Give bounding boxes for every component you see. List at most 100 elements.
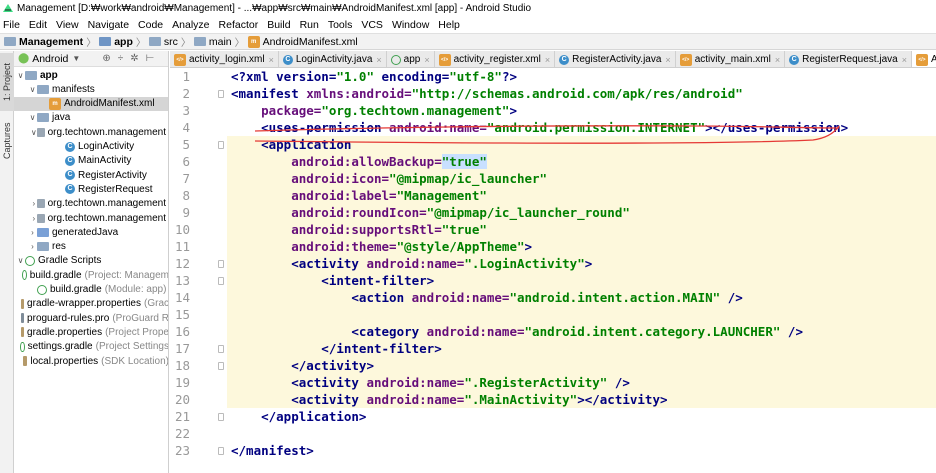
menu-refactor[interactable]: Refactor: [219, 19, 259, 31]
menu-run[interactable]: Run: [300, 19, 319, 31]
menu-window[interactable]: Window: [392, 19, 429, 31]
tree-item[interactable]: gradle.properties (Project Prope: [14, 325, 168, 339]
fold-marker-icon[interactable]: [218, 260, 224, 268]
tree-item[interactable]: ∨ org.techtown.management: [14, 125, 168, 139]
close-icon[interactable]: ×: [424, 55, 429, 65]
tree-item[interactable]: ∨ app: [14, 68, 168, 82]
code-token: "android.permission.INTERNET": [486, 120, 706, 135]
fold-marker-icon[interactable]: [218, 141, 224, 149]
breadcrumb-item-file[interactable]: m AndroidManifest.xml: [247, 35, 358, 48]
editor-tab[interactable]: C LoginActivity.java ×: [279, 51, 387, 67]
tree-item[interactable]: gradle-wrapper.properties (Grac: [14, 297, 168, 311]
menu-code[interactable]: Code: [138, 19, 163, 31]
menu-view[interactable]: View: [56, 19, 79, 31]
menu-tools[interactable]: Tools: [328, 19, 353, 31]
line-number: 14: [174, 290, 190, 305]
chevron-down-icon[interactable]: ∨: [16, 256, 25, 265]
chevron-right-icon[interactable]: ›: [31, 199, 37, 208]
menu-build[interactable]: Build: [267, 19, 290, 31]
breadcrumb-item-module[interactable]: app: [99, 36, 133, 48]
fold-marker-icon[interactable]: [218, 277, 224, 285]
code-token: android:supportsRtl=: [231, 222, 442, 237]
tree-item[interactable]: C RegisterActivity: [14, 168, 168, 182]
menu-vcs[interactable]: VCS: [361, 19, 383, 31]
editor-tab[interactable]: </> activity_register.xml ×: [435, 51, 556, 67]
menu-navigate[interactable]: Navigate: [88, 19, 129, 31]
chevron-down-icon[interactable]: ∨: [28, 85, 37, 94]
tree-item-label: build.gradle: [50, 284, 102, 295]
chevron-right-icon[interactable]: ›: [31, 214, 37, 223]
editor-tab[interactable]: app ×: [387, 51, 435, 67]
tree-item[interactable]: C RegisterRequest: [14, 182, 168, 196]
code-line: <category android:name="android.intent.c…: [231, 323, 803, 340]
menu-help[interactable]: Help: [438, 19, 460, 31]
gradle-icon: [390, 54, 401, 65]
locate-icon[interactable]: ⊕: [102, 53, 110, 64]
code-token: "@mipmap/ic_launcher_round": [426, 205, 630, 220]
close-icon[interactable]: ×: [902, 55, 907, 65]
line-number: 9: [182, 205, 190, 220]
code-editor[interactable]: <?xml version="1.0" encoding="utf-8"?> <m…: [227, 68, 936, 473]
fold-marker-icon[interactable]: [218, 362, 224, 370]
close-icon[interactable]: ×: [269, 55, 274, 65]
editor-tab[interactable]: </> activity_main.xml ×: [676, 51, 786, 67]
collapse-icon[interactable]: ÷: [118, 53, 124, 64]
chevron-right-icon: 〉: [86, 38, 97, 49]
tree-item[interactable]: ∨ manifests: [14, 82, 168, 96]
chevron-right-icon[interactable]: ›: [28, 228, 37, 237]
project-view-selector[interactable]: Android: [32, 53, 68, 65]
tree-item[interactable]: build.gradle (Project: Managem: [14, 268, 168, 282]
code-token: </intent-filter>: [231, 341, 442, 356]
close-icon[interactable]: ×: [545, 55, 550, 65]
menu-file[interactable]: File: [3, 19, 20, 31]
tree-item-label: gradle.properties: [27, 326, 103, 338]
project-tool-window-tab[interactable]: 1: Project: [0, 53, 14, 111]
breadcrumb-item-src[interactable]: src: [148, 36, 178, 48]
editor-tab[interactable]: C RegisterActivity.java ×: [555, 51, 676, 67]
chevron-right-icon[interactable]: ›: [28, 242, 37, 251]
menu-analyze[interactable]: Analyze: [172, 19, 209, 31]
fold-marker-icon[interactable]: [218, 447, 224, 455]
tree-item-detail: (Module: app): [104, 284, 167, 295]
tree-item[interactable]: › res: [14, 240, 168, 254]
tree-item[interactable]: proguard-rules.pro (ProGuard R: [14, 311, 168, 325]
title-bar: Management [D:₩work₩android₩Management] …: [0, 0, 936, 16]
tree-item[interactable]: m AndroidManifest.xml: [14, 96, 168, 111]
code-line: <application: [231, 136, 351, 153]
tree-item[interactable]: C LoginActivity: [14, 140, 168, 154]
breadcrumb-item-project[interactable]: Management: [4, 36, 83, 48]
tree-item[interactable]: › generatedJava: [14, 225, 168, 239]
tree-item[interactable]: local.properties (SDK Location): [14, 354, 168, 368]
chevron-down-icon[interactable]: ∨: [31, 128, 37, 137]
fold-marker-icon[interactable]: [218, 413, 224, 421]
breadcrumb-item-main[interactable]: main: [193, 36, 232, 48]
fold-marker-icon[interactable]: [218, 90, 224, 98]
dropdown-arrow-icon[interactable]: ▼: [72, 54, 80, 63]
editor-tab[interactable]: </> activity_login.xml ×: [170, 51, 279, 67]
editor-tab[interactable]: </>AndroidManifest.xml×: [911, 51, 936, 67]
tree-item[interactable]: build.gradle (Module: app): [14, 283, 168, 297]
code-line: <uses-permission android:name="android.p…: [231, 119, 848, 136]
tree-item[interactable]: C MainActivity: [14, 154, 168, 168]
gear-icon[interactable]: ✲: [130, 53, 138, 64]
tree-item[interactable]: ∨ Gradle Scripts: [14, 254, 168, 268]
tree-item[interactable]: › org.techtown.management: [14, 197, 168, 211]
chevron-down-icon[interactable]: ∨: [28, 113, 37, 122]
fold-marker-icon[interactable]: [218, 345, 224, 353]
tree-item[interactable]: › org.techtown.management: [14, 211, 168, 225]
close-icon[interactable]: ×: [775, 55, 780, 65]
hide-icon[interactable]: ⊢: [146, 53, 155, 64]
tree-item[interactable]: ∨ java: [14, 111, 168, 125]
chevron-down-icon[interactable]: ∨: [16, 71, 25, 80]
tree-item[interactable]: settings.gradle (Project Settings: [14, 340, 168, 354]
code-token: android:name=: [411, 290, 510, 305]
editor-tab[interactable]: C RegisterRequest.java ×: [785, 51, 912, 67]
code-token: "@mipmap/ic_launcher": [389, 171, 548, 186]
code-token: android:theme=: [231, 239, 397, 254]
code-token: <manifest: [231, 86, 307, 101]
captures-tool-window-tab[interactable]: Captures: [0, 115, 14, 167]
close-icon[interactable]: ×: [376, 55, 381, 65]
menu-edit[interactable]: Edit: [29, 19, 47, 31]
close-icon[interactable]: ×: [665, 55, 670, 65]
xml-file-icon: </>: [438, 53, 451, 66]
